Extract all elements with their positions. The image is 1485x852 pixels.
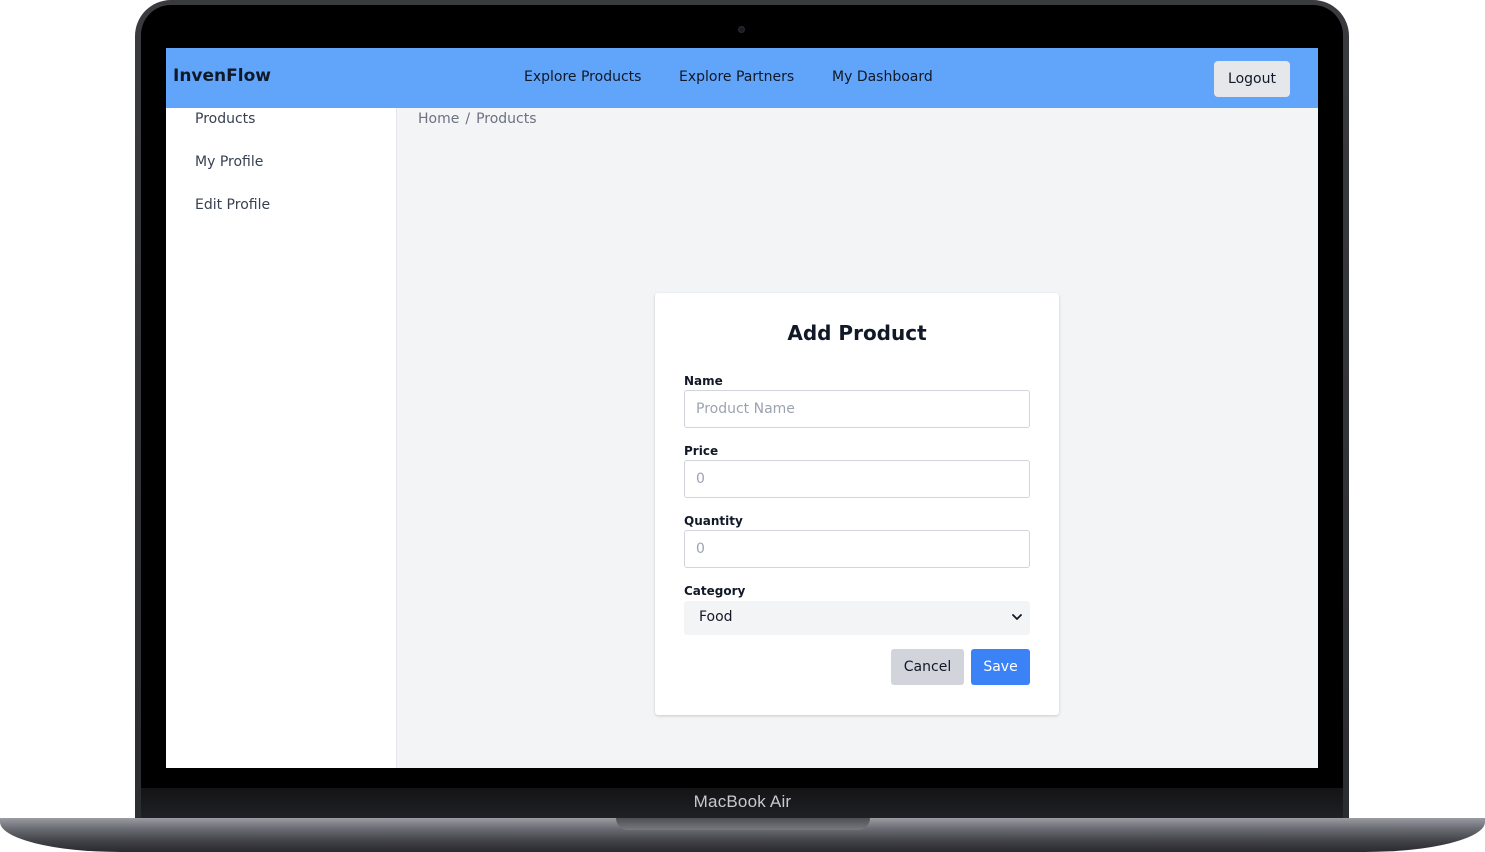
top-navbar: InvenFlow Explore Products Explore Partn… <box>166 48 1318 108</box>
device-label: MacBook Air <box>693 792 792 811</box>
name-input[interactable] <box>684 390 1030 428</box>
chevron-down-icon <box>1012 614 1022 620</box>
breadcrumb-products: Products <box>476 111 537 127</box>
price-input[interactable] <box>684 460 1030 498</box>
laptop-notch <box>616 818 870 830</box>
category-selected-value: Food <box>699 609 733 625</box>
sidebar-item-edit-profile[interactable]: Edit Profile <box>195 197 270 213</box>
nav-explore-products[interactable]: Explore Products <box>524 69 641 85</box>
category-select[interactable]: Food <box>684 601 1030 635</box>
camera-icon <box>738 26 745 33</box>
breadcrumb-home[interactable]: Home <box>418 111 459 127</box>
breadcrumb: Home / Products <box>418 111 537 127</box>
app-screen: InvenFlow Explore Products Explore Partn… <box>166 48 1318 768</box>
name-label: Name <box>684 374 723 388</box>
brand-logo[interactable]: InvenFlow <box>173 66 271 86</box>
price-label: Price <box>684 444 719 458</box>
quantity-label: Quantity <box>684 514 743 528</box>
breadcrumb-separator: / <box>465 111 471 127</box>
cancel-button[interactable]: Cancel <box>891 649 964 685</box>
sidebar-item-my-profile[interactable]: My Profile <box>195 154 263 170</box>
quantity-input[interactable] <box>684 530 1030 568</box>
nav-my-dashboard[interactable]: My Dashboard <box>832 69 933 85</box>
add-product-card: Add Product Name Price Quantity Category… <box>655 293 1059 715</box>
sidebar: Products My Profile Edit Profile <box>166 108 397 768</box>
sidebar-item-products[interactable]: Products <box>195 111 255 127</box>
category-label: Category <box>684 584 746 598</box>
save-button[interactable]: Save <box>971 649 1030 685</box>
logout-button[interactable]: Logout <box>1214 61 1290 97</box>
form-title: Add Product <box>787 321 927 345</box>
nav-explore-partners[interactable]: Explore Partners <box>679 69 794 85</box>
